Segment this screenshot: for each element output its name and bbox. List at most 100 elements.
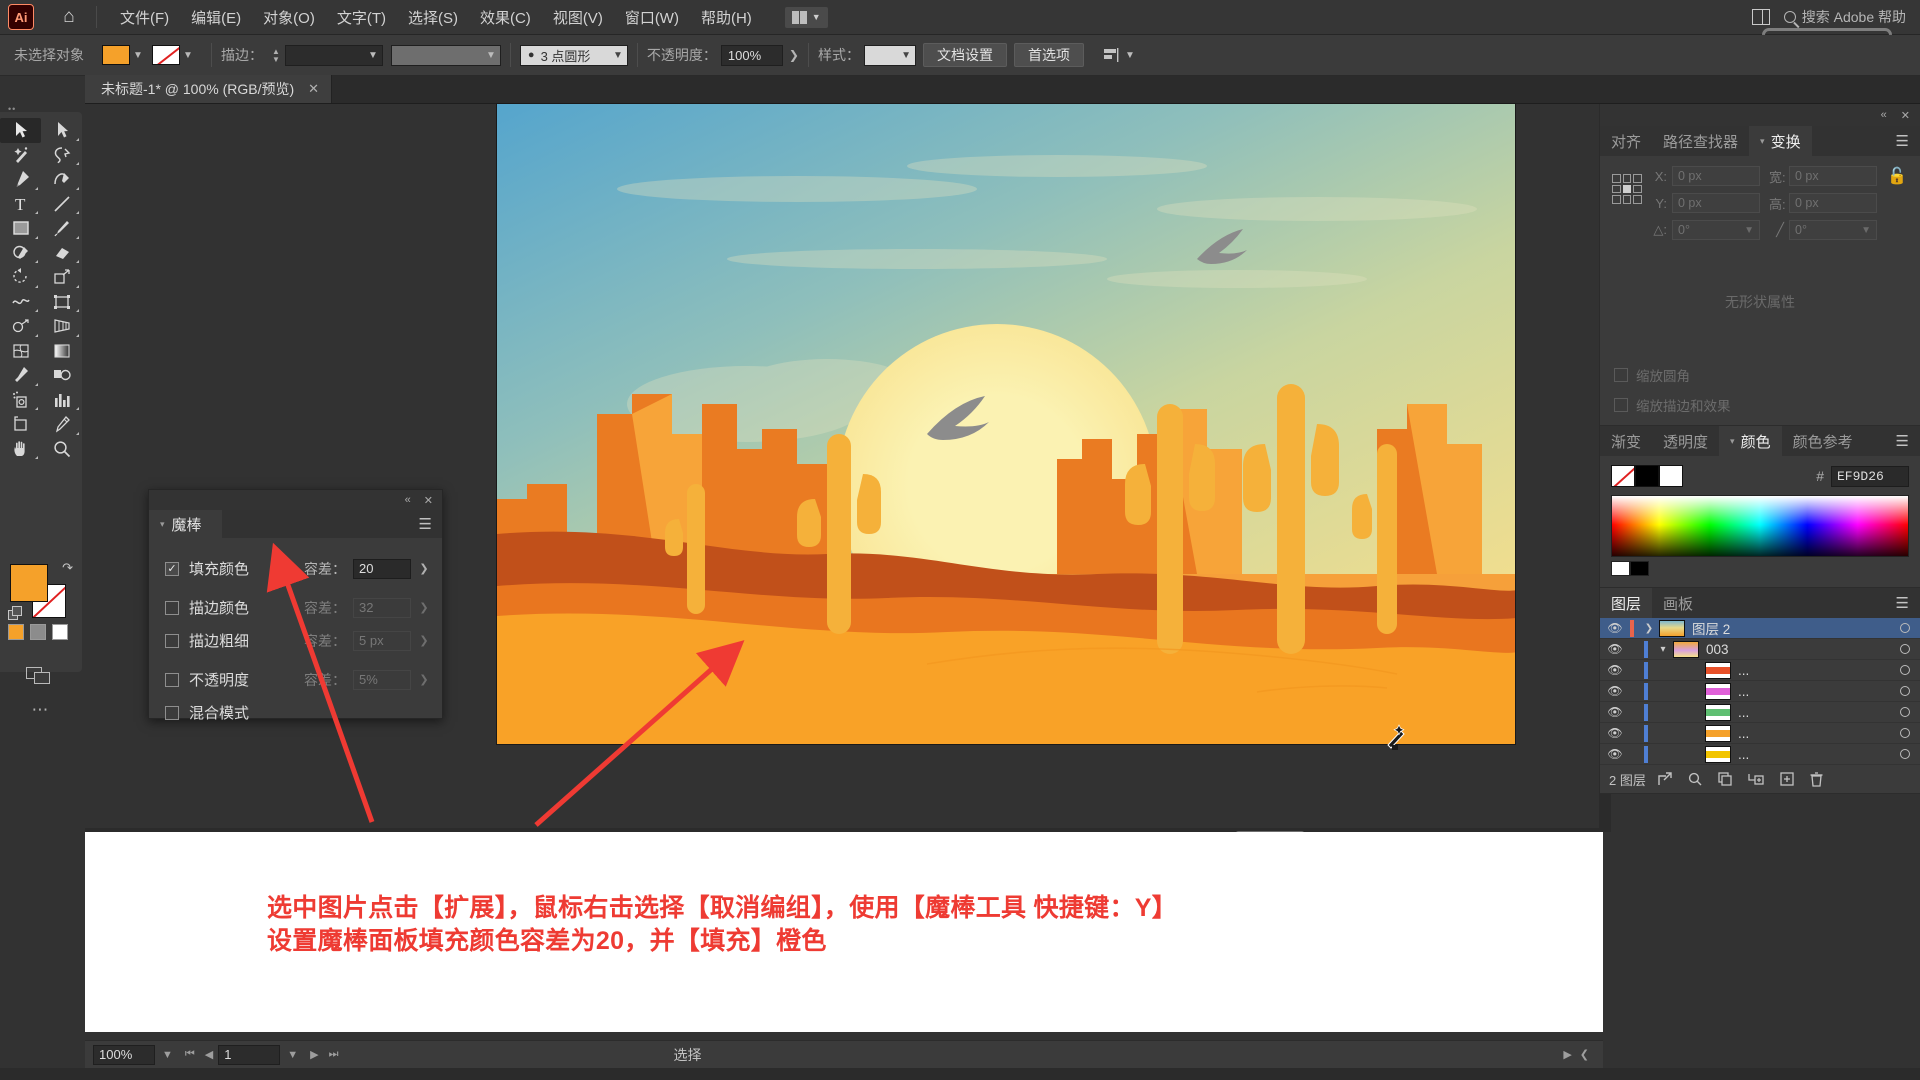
bw-swatches[interactable] (1611, 561, 1649, 576)
create-sublayer-icon[interactable] (1748, 772, 1764, 786)
panel-menu-icon[interactable]: ☰ (1885, 426, 1920, 456)
layer-name[interactable]: ... (1738, 726, 1890, 741)
layer-row[interactable]: 👁 ❯ 图层 2 (1600, 618, 1920, 639)
collapse-icon[interactable]: « (405, 494, 411, 506)
stroke-color-checkbox[interactable]: ✓ (165, 600, 179, 615)
transform-y-input[interactable]: 0 px (1672, 193, 1760, 213)
magic-wand-row-fill-color[interactable]: ✓ 填充颜色 容差： 20 ❯ (149, 552, 442, 585)
toolbar-fill-swatch[interactable] (10, 564, 48, 602)
fill-swatch-group[interactable]: ▼ (102, 45, 146, 65)
fill-color-checkbox[interactable]: ✓ (165, 561, 179, 576)
next-page-icon[interactable]: ▶ (305, 1048, 323, 1061)
gradient-tool[interactable] (41, 339, 82, 364)
layer-name[interactable]: ... (1738, 747, 1890, 762)
artboard-tool[interactable] (0, 412, 41, 437)
eye-icon[interactable]: 👁 (1600, 726, 1630, 740)
scale-corners-checkbox-row[interactable]: 缩放圆角 (1600, 360, 1920, 390)
blend-mode-checkbox[interactable]: ✓ (165, 705, 179, 720)
free-transform-tool[interactable] (41, 290, 82, 315)
direct-selection-tool[interactable] (41, 118, 82, 143)
transform-shear-cell[interactable]: ╱ 0° ▼ (1769, 220, 1877, 240)
status-mode-label[interactable]: 选择 (674, 1045, 702, 1065)
stroke-weight-input[interactable]: ▼ (284, 44, 383, 66)
rotate-tool[interactable] (0, 265, 41, 290)
menu-object[interactable]: 对象(O) (252, 1, 326, 34)
opacity-checkbox[interactable]: ✓ (165, 672, 179, 687)
perspective-grid-tool[interactable] (41, 314, 82, 339)
slice-tool[interactable] (41, 412, 82, 437)
prev-page-icon[interactable]: ◀ (200, 1048, 218, 1061)
toolbar-grip[interactable]: •• (8, 104, 16, 114)
menu-window[interactable]: 窗口(W) (614, 1, 690, 34)
black-swatch[interactable] (1635, 465, 1659, 487)
selection-tool[interactable] (0, 118, 41, 143)
eye-icon[interactable]: 👁 (1600, 747, 1630, 761)
delete-layer-icon[interactable] (1810, 771, 1823, 787)
screen-mode-icon[interactable] (26, 667, 54, 685)
shape-builder-tool[interactable] (0, 314, 41, 339)
shaper-tool[interactable] (0, 241, 41, 266)
scale-tool[interactable] (41, 265, 82, 290)
brush-definition-dropdown[interactable]: ● 3 点圆形 ▼ (519, 44, 628, 66)
reference-point-icon[interactable] (1612, 174, 1642, 204)
none-fill-icon[interactable] (52, 624, 68, 640)
stroke-swatch-group[interactable]: ▼ (152, 45, 196, 65)
layer-row[interactable]: 👁 ... (1600, 744, 1920, 765)
arrange-documents-icon[interactable] (1751, 9, 1770, 25)
search-help-box[interactable]: 搜索 Adobe 帮助 (1783, 7, 1906, 27)
tab-color-guide[interactable]: 颜色参考 (1782, 426, 1864, 456)
collapse-icon[interactable]: « (1881, 109, 1887, 121)
page-number-input[interactable]: 1 (218, 1044, 281, 1065)
line-segment-tool[interactable] (41, 192, 82, 217)
document-setup-button[interactable]: 文档设置 (922, 43, 1007, 67)
transform-w-cell[interactable]: 宽: 0 px (1769, 166, 1877, 186)
tab-layers[interactable]: 图层 (1600, 588, 1653, 618)
tab-pathfinder[interactable]: 路径查找器 (1652, 126, 1749, 156)
eye-icon[interactable]: 👁 (1600, 705, 1630, 719)
layer-target-icon[interactable] (1890, 684, 1920, 699)
gradient-fill-icon[interactable] (30, 624, 46, 640)
layer-target-icon[interactable] (1890, 747, 1920, 762)
tab-align[interactable]: 对齐 (1600, 126, 1652, 156)
status-play-icon[interactable]: ▶ (1563, 1048, 1571, 1061)
type-tool[interactable]: T (0, 192, 41, 217)
panel-menu-icon[interactable]: ☰ (1885, 126, 1920, 156)
close-icon[interactable]: ✕ (424, 494, 433, 507)
magic-wand-panel[interactable]: « ✕ ▾ 魔棒 ☰ ✓ 填充颜色 容差： 20 ❯ ✓ 描边颜色 (148, 489, 443, 722)
transform-rotate-cell[interactable]: △: 0° ▼ (1652, 220, 1760, 240)
menu-select[interactable]: 选择(S) (397, 1, 469, 34)
chevron-right-icon[interactable]: ❯ (418, 562, 430, 575)
layer-target-icon[interactable] (1890, 642, 1920, 657)
opacity-options-icon[interactable]: ❯ (789, 48, 799, 62)
white-swatch[interactable] (1611, 561, 1630, 576)
fill-color-tolerance-group[interactable]: 容差： 20 ❯ (304, 558, 430, 579)
tab-transparency[interactable]: 透明度 (1652, 426, 1719, 456)
fill-color-tolerance-input[interactable]: 20 (353, 558, 411, 579)
scale-strokes-checkbox-row[interactable]: 缩放描边和效果 (1600, 390, 1920, 425)
document-tab[interactable]: 未标题-1* @ 100% (RGB/预览) ✕ (85, 75, 333, 103)
color-fill-icon[interactable] (8, 624, 24, 640)
transform-w-input[interactable]: 0 px (1789, 166, 1877, 186)
align-dropdown[interactable]: ▼ (1096, 45, 1139, 66)
stroke-chevron-down-icon[interactable]: ▼ (180, 50, 196, 61)
layer-target-icon[interactable] (1890, 705, 1920, 720)
zoom-chevron-down-icon[interactable]: ▼ (155, 1049, 180, 1061)
layer-name[interactable]: ... (1738, 684, 1890, 699)
magic-wand-row-stroke-weight[interactable]: ✓ 描边粗细 容差： 5 px ❯ (149, 624, 442, 657)
width-tool[interactable] (0, 290, 41, 315)
tab-magic-wand[interactable]: ▾ 魔棒 (149, 510, 222, 538)
tab-artboards[interactable]: 画板 (1652, 588, 1704, 618)
hex-input-group[interactable]: # EF9D26 (1816, 465, 1909, 487)
hex-input[interactable]: EF9D26 (1831, 465, 1909, 487)
zoom-level-input[interactable]: 100% (93, 1044, 155, 1065)
lasso-tool[interactable] (41, 143, 82, 168)
edit-toolbar-icon[interactable]: ⋯ (0, 700, 82, 720)
hand-tool[interactable] (0, 437, 41, 462)
layer-row[interactable]: 👁 ... (1600, 660, 1920, 681)
graphic-style-dropdown[interactable]: ▼ (863, 44, 916, 66)
menu-view[interactable]: 视图(V) (542, 1, 614, 34)
chevron-down-icon[interactable]: ▾ (1653, 644, 1673, 655)
default-fill-stroke-icon[interactable] (8, 606, 23, 621)
blend-tool[interactable] (41, 363, 82, 388)
eye-icon[interactable]: 👁 (1600, 642, 1630, 656)
